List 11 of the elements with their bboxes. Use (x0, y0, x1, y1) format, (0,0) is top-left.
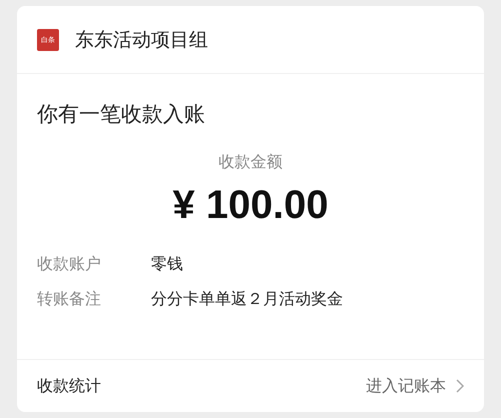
sender-title: 东东活动项目组 (75, 28, 208, 52)
detail-value: 分分卡单单返２月活动奖金 (151, 289, 343, 310)
detail-value: 零钱 (151, 254, 183, 275)
ledger-link[interactable]: 进入记账本 (366, 376, 464, 396)
detail-label: 转账备注 (37, 289, 102, 310)
message-text: 你有一笔收款入账 (36, 101, 206, 128)
stats-text: 收款统计 (37, 376, 101, 396)
amount-value: ¥ 100.00 (172, 183, 330, 228)
chevron-icon (456, 379, 464, 393)
amount-label: 收款金额 (218, 152, 284, 173)
detail-label: 收款账户 (37, 254, 102, 275)
